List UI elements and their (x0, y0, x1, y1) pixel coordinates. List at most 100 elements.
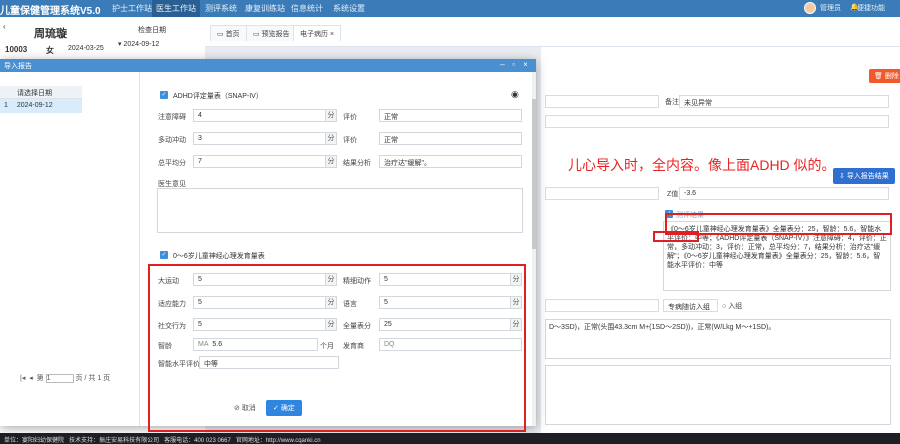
annotation-note: 儿心导入时，全内容。像上面ADHD 似的。 (568, 157, 836, 173)
cancel-button[interactable]: ⊘ 取消 (234, 403, 256, 413)
adhd-label-hyperactive: 多动冲动 (158, 137, 186, 144)
bg-field-4[interactable] (545, 299, 659, 312)
level-input[interactable]: 中等 (199, 356, 339, 369)
neuro-label-social: 社交行为 (158, 323, 186, 330)
tab-preview-label: 预览报告 (261, 31, 290, 38)
ok-button-label: 确定 (280, 405, 295, 412)
patient-name: 周琉璇 (34, 28, 67, 40)
close-icon[interactable]: × (330, 31, 334, 38)
z-label: Z值 (667, 191, 679, 198)
followup-select[interactable]: 专病随访入组 (663, 299, 718, 312)
adhd-unit-total: 分 (326, 155, 337, 168)
adhd-eval-hyperactive[interactable]: 正常 (379, 132, 522, 145)
cancel-button-label: 取消 (241, 405, 256, 412)
neuro-label-fine-motor: 精细动作 (343, 278, 371, 285)
neuro-input-fine-motor[interactable]: 5 (379, 273, 511, 286)
mental-age-input[interactable]: MA 5.6 (193, 338, 318, 351)
nav-doctor-station[interactable]: 医生工作站 (152, 0, 200, 17)
adhd-checkbox[interactable]: ✓ (160, 91, 168, 99)
nav-settings[interactable]: 系统设置 (333, 3, 365, 14)
dq-prefix: DQ (384, 341, 395, 348)
date-list-row[interactable]: 1 2024-09-12 (0, 99, 82, 113)
nav-rehab[interactable]: 康复训练站 (245, 3, 285, 14)
footer-site-link[interactable]: http://www.cqanki.cn (266, 438, 321, 444)
tab-home-label: 首页 (225, 31, 240, 38)
annotation-highlight-2 (653, 231, 699, 242)
neuro-unit-social: 分 (326, 318, 337, 331)
ok-button[interactable]: ✓ 确定 (266, 400, 302, 416)
nav-statistics[interactable]: 信息统计 (291, 3, 323, 14)
check-date-item[interactable]: ▾ 2024-09-12 (118, 40, 159, 48)
nav-nurse-station[interactable]: 护士工作站 (112, 3, 152, 14)
followup-option[interactable]: ○ 入组 (722, 301, 742, 311)
date-list-header: 请选择日期 (0, 86, 82, 99)
tab-preview[interactable]: ▭ 预览报告 (246, 25, 297, 41)
maximize-icon[interactable]: ▫ (509, 60, 518, 70)
bg-textarea-2[interactable] (545, 365, 891, 425)
annotation-highlight-1 (665, 213, 892, 235)
footer-support-label: 技术支持： (69, 438, 100, 444)
neuro-input-social[interactable]: 5 (193, 318, 326, 331)
bg-field-2[interactable] (545, 115, 889, 128)
neuro-unit-total: 分 (511, 318, 522, 331)
adhd-unit-hyperactive: 分 (326, 132, 337, 145)
collapse-icon[interactable]: ‹ (3, 22, 6, 31)
growth-textarea[interactable]: D～3SD)，正常(头围43.3cm M+(1SD～2SD))，正常(W/Lkg… (545, 319, 891, 359)
import-report-button[interactable]: ⇩ 导入报告结果 (833, 168, 895, 184)
user-avatar[interactable] (804, 2, 816, 14)
delete-button-label: 删除 (884, 73, 899, 80)
footer-unit-value: 宴阳妇幼保健院 (22, 438, 65, 444)
neuro-label-total: 全量表分 (343, 323, 371, 330)
top-nav-bar: 儿童保健管理系统V5.0 护士工作站 医生工作站 测评系统 康复训练站 信息统计… (0, 0, 900, 17)
neuro-input-gross-motor[interactable]: 5 (193, 273, 326, 286)
tab-emr[interactable]: 电子病历 × (293, 25, 342, 41)
remark-field[interactable]: 未见异常 (679, 95, 889, 108)
adhd-input-attention[interactable]: 4 (193, 109, 326, 122)
neuro-title: 0～6岁儿童神经心理发育量表 (173, 253, 265, 260)
adhd-eval-label-attention: 评价 (343, 114, 357, 121)
neuro-label-language: 语言 (343, 301, 357, 308)
adhd-eval-label-total: 结果分析 (343, 160, 371, 167)
adhd-title: ADHD评定量表（SNAP-IV） (173, 93, 263, 100)
adhd-label-attention: 注意障碍 (158, 114, 186, 121)
adhd-input-total[interactable]: 7 (193, 155, 326, 168)
adhd-eval-attention[interactable]: 正常 (379, 109, 522, 122)
page-input[interactable]: 1 (45, 373, 74, 383)
tab-home[interactable]: ▭ 首页 (210, 25, 247, 41)
user-name[interactable]: 管理员 (820, 3, 841, 13)
bg-field-1[interactable] (545, 95, 659, 108)
adhd-input-hyperactive[interactable]: 3 (193, 132, 326, 145)
neuro-input-adaptive[interactable]: 5 (193, 296, 326, 309)
home-icon: ▭ (217, 31, 226, 38)
bg-field-3[interactable] (545, 187, 659, 200)
nav-assessment[interactable]: 测评系统 (205, 3, 237, 14)
z-field[interactable]: -3.6 (679, 187, 889, 200)
followup-option-label: 入组 (728, 303, 743, 310)
pager: |◂ ◂ 第 1 页 / 共 1 页 (20, 373, 110, 383)
footer-support-value: 振庄安易科技有限公司 (99, 438, 160, 444)
neuro-label-adaptive: 适应能力 (158, 301, 186, 308)
import-report-dialog: 导入报告 – ▫ × 请选择日期 1 2024-09-12 |◂ ◂ 第 1 页… (0, 59, 536, 432)
dq-input[interactable]: DQ (379, 338, 522, 351)
pager-prefix: 第 (36, 375, 44, 382)
close-dialog-icon[interactable]: × (521, 60, 530, 70)
neuro-input-language[interactable]: 5 (379, 296, 511, 309)
adhd-unit-attention: 分 (326, 109, 337, 122)
scrollbar-thumb[interactable] (532, 99, 536, 249)
app-title: 儿童保健管理系统V5.0 (0, 6, 101, 17)
user-menu[interactable]: 便捷功能 (857, 3, 885, 13)
doctor-opinion-textarea[interactable] (157, 188, 523, 233)
neuro-input-total[interactable]: 25 (379, 318, 511, 331)
minimize-icon[interactable]: – (498, 60, 507, 70)
adhd-eval-total[interactable]: 治疗达"缓解"。 (379, 155, 522, 168)
prev-page-icon[interactable]: ◂ (29, 375, 33, 382)
delete-button[interactable]: 🗑 删除 (869, 69, 900, 83)
first-page-icon[interactable]: |◂ (20, 375, 25, 382)
patient-gender: 女 (46, 46, 54, 55)
pager-suffix: 页 / 共 1 页 (75, 375, 111, 382)
cancel-icon: ⊘ (234, 405, 242, 412)
neuro-unit-gross-motor: 分 (326, 273, 337, 286)
wechat-icon[interactable]: ◉ (511, 89, 519, 100)
neuro-checkbox[interactable]: ✓ (160, 251, 168, 259)
mental-age-label: 智龄 (158, 343, 172, 350)
